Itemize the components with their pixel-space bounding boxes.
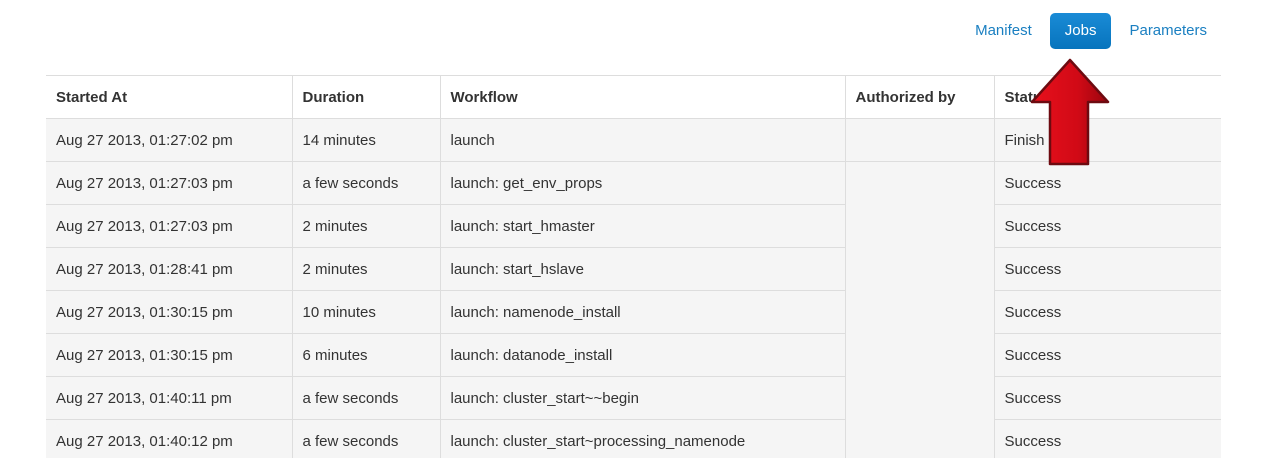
cell-status: Success	[993, 419, 1221, 458]
cell-workflow[interactable]: launch: get_env_props	[439, 161, 845, 205]
cell-workflow[interactable]: launch: cluster_start~processing_namenod…	[439, 419, 845, 458]
cell-duration: 2 minutes	[291, 204, 440, 248]
column-header-workflow[interactable]: Workflow	[439, 75, 845, 119]
table-row[interactable]: Aug 27 2013, 01:30:15 pm 6 minutes launc…	[46, 333, 1221, 377]
cell-duration: a few seconds	[291, 161, 440, 205]
cell-status: Success	[993, 204, 1221, 248]
cell-started-at: Aug 27 2013, 01:40:11 pm	[46, 376, 292, 420]
cell-duration: a few seconds	[291, 376, 440, 420]
jobs-table-container: Started At Duration Workflow Authorized …	[46, 75, 1221, 458]
column-header-duration[interactable]: Duration	[291, 75, 440, 119]
cell-status: Success	[993, 161, 1221, 205]
view-tabs: Manifest Jobs Parameters	[957, 13, 1216, 49]
table-row[interactable]: Aug 27 2013, 01:27:03 pm a few seconds l…	[46, 161, 1221, 458]
cell-started-at: Aug 27 2013, 01:30:15 pm	[46, 333, 292, 377]
cell-workflow[interactable]: launch: namenode_install	[439, 290, 845, 334]
tab-manifest[interactable]: Manifest	[966, 13, 1041, 49]
jobs-page: Manifest Jobs Parameters Started At Dura…	[0, 0, 1267, 458]
cell-workflow[interactable]: launch: start_hmaster	[439, 204, 845, 248]
cell-authorized-by	[844, 118, 994, 162]
cell-workflow[interactable]: launch: datanode_install	[439, 333, 845, 377]
cell-started-at: Aug 27 2013, 01:28:41 pm	[46, 247, 292, 291]
cell-started-at: Aug 27 2013, 01:27:03 pm	[46, 161, 292, 205]
cell-started-at: Aug 27 2013, 01:27:03 pm	[46, 204, 292, 248]
cell-workflow[interactable]: launch: start_hslave	[439, 247, 845, 291]
cell-duration: 10 minutes	[291, 290, 440, 334]
cell-duration: 2 minutes	[291, 247, 440, 291]
cell-duration: a few seconds	[291, 419, 440, 458]
table-row[interactable]: Aug 27 2013, 01:40:11 pm a few seconds l…	[46, 376, 1221, 420]
cell-started-at: Aug 27 2013, 01:40:12 pm	[46, 419, 292, 458]
cell-status: Success	[993, 247, 1221, 291]
tab-jobs[interactable]: Jobs	[1049, 13, 1112, 49]
cell-status: Success	[993, 333, 1221, 377]
column-header-started-at[interactable]: Started At	[46, 75, 292, 119]
tab-parameters[interactable]: Parameters	[1120, 13, 1216, 49]
jobs-table: Started At Duration Workflow Authorized …	[46, 75, 1221, 458]
table-row[interactable]: Aug 27 2013, 01:30:15 pm 10 minutes laun…	[46, 290, 1221, 334]
column-header-status[interactable]: Status	[993, 75, 1221, 119]
cell-duration: 14 minutes	[291, 118, 440, 162]
cell-workflow[interactable]: launch: cluster_start~~begin	[439, 376, 845, 420]
cell-duration: 6 minutes	[291, 333, 440, 377]
cell-started-at: Aug 27 2013, 01:30:15 pm	[46, 290, 292, 334]
cell-status: Finish	[993, 118, 1221, 162]
table-row[interactable]: Aug 27 2013, 01:27:03 pm 2 minutes launc…	[46, 204, 1221, 248]
table-row[interactable]: Aug 27 2013, 01:27:02 pm 14 minutes laun…	[46, 118, 1221, 162]
table-row[interactable]: Aug 27 2013, 01:40:12 pm a few seconds l…	[46, 419, 1221, 458]
cell-started-at: Aug 27 2013, 01:27:02 pm	[46, 118, 292, 162]
cell-status: Success	[993, 376, 1221, 420]
cell-authorized-by	[844, 161, 994, 458]
table-header-row: Started At Duration Workflow Authorized …	[46, 75, 1221, 119]
column-header-authorized-by[interactable]: Authorized by	[844, 75, 994, 119]
table-row[interactable]: Aug 27 2013, 01:28:41 pm 2 minutes launc…	[46, 247, 1221, 291]
cell-workflow[interactable]: launch	[439, 118, 845, 162]
cell-status: Success	[993, 290, 1221, 334]
